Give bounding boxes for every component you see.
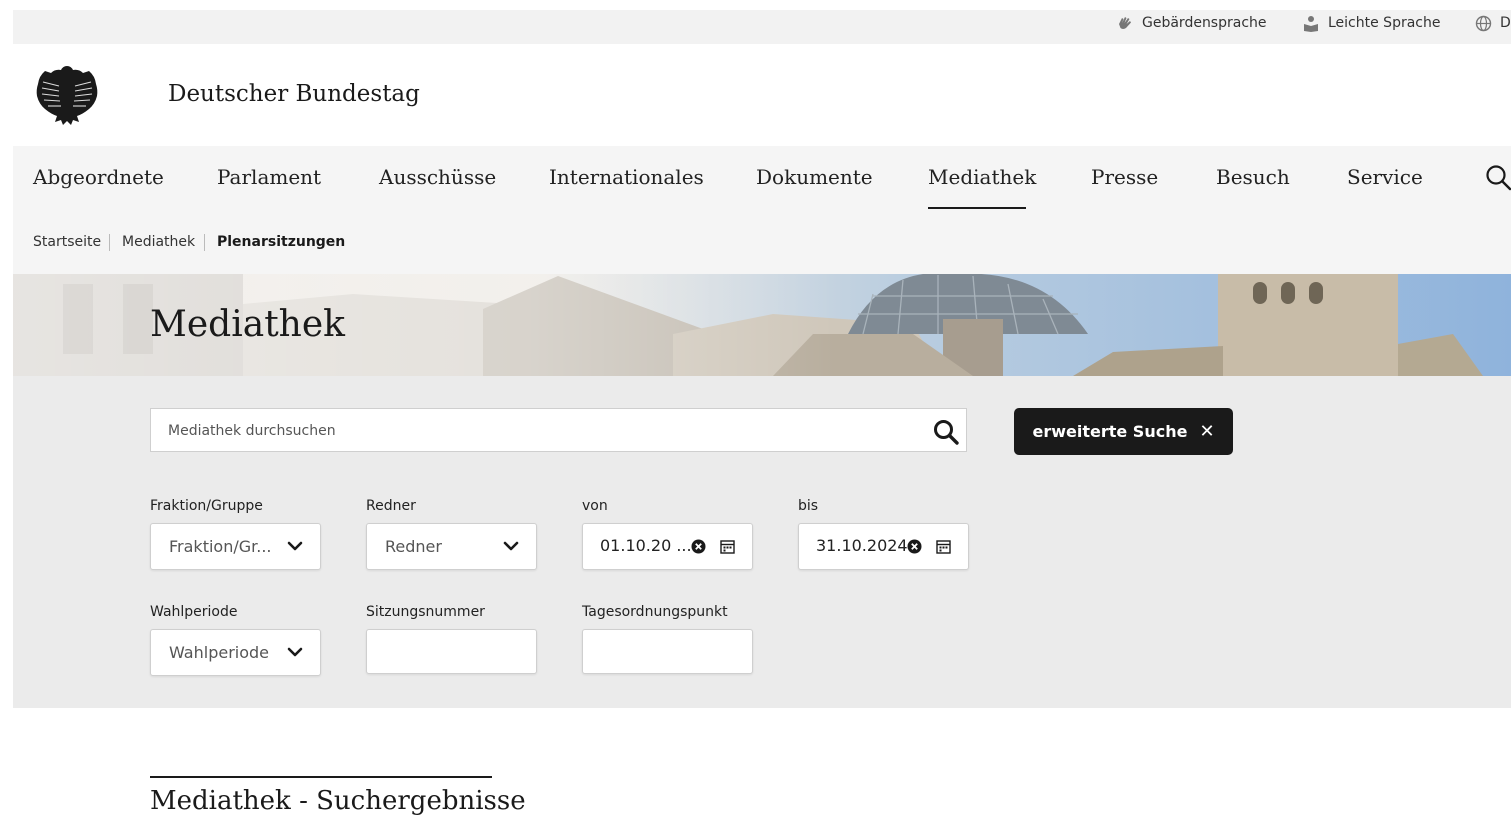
nav-item-parlament[interactable]: Parlament bbox=[217, 165, 321, 189]
sign-language-link[interactable]: Gebärdensprache bbox=[1116, 13, 1267, 33]
calendar-icon[interactable] bbox=[936, 539, 951, 554]
search-field[interactable] bbox=[150, 408, 967, 453]
search-icon bbox=[1486, 165, 1511, 191]
nav-item-dokumente[interactable]: Dokumente bbox=[756, 165, 873, 189]
fraktion-select[interactable]: Fraktion/Gr... bbox=[150, 523, 321, 570]
wahlperiode-select-value: Wahlperiode bbox=[169, 643, 269, 662]
bis-date-value: 31.10.2024 bbox=[816, 536, 908, 555]
sitzungsnummer-input[interactable] bbox=[366, 629, 537, 674]
fraktion-label: Fraktion/Gruppe bbox=[150, 498, 263, 514]
breadcrumb-separator bbox=[204, 234, 205, 251]
breadcrumb-separator bbox=[109, 234, 110, 251]
page-title: Mediathek bbox=[150, 304, 345, 345]
results-divider bbox=[150, 776, 492, 778]
globe-icon bbox=[1475, 15, 1492, 31]
search-submit-button[interactable] bbox=[932, 418, 960, 446]
eagle-icon bbox=[36, 66, 98, 125]
breadcrumb-item-startseite[interactable]: Startseite bbox=[33, 234, 101, 250]
language-switch[interactable]: D bbox=[1475, 13, 1511, 33]
search-icon bbox=[934, 420, 959, 445]
utility-bar bbox=[13, 10, 1511, 44]
nav-active-indicator bbox=[928, 207, 1026, 209]
redner-select-value: Redner bbox=[385, 537, 442, 556]
wahlperiode-label: Wahlperiode bbox=[150, 604, 238, 620]
nav-item-internationales[interactable]: Internationales bbox=[549, 165, 704, 189]
redner-select[interactable]: Redner bbox=[366, 523, 537, 570]
nav-item-besuch[interactable]: Besuch bbox=[1216, 165, 1290, 189]
reader-icon bbox=[1304, 15, 1318, 32]
chevron-down-icon bbox=[287, 541, 303, 551]
results-heading: Mediathek - Suchergebnisse bbox=[150, 786, 526, 816]
tagesordnungspunkt-input[interactable] bbox=[582, 629, 753, 674]
sitzungsnummer-label: Sitzungsnummer bbox=[366, 604, 485, 620]
breadcrumb-item-mediathek[interactable]: Mediathek bbox=[122, 234, 195, 250]
chevron-down-icon bbox=[503, 541, 519, 551]
bis-label: bis bbox=[798, 498, 819, 514]
nav-item-presse[interactable]: Presse bbox=[1091, 165, 1158, 189]
tagesordnungspunkt-label: Tagesordnungspunkt bbox=[582, 604, 728, 620]
federal-eagle-logo[interactable] bbox=[33, 64, 101, 126]
nav-item-mediathek[interactable]: Mediathek bbox=[928, 165, 1036, 189]
calendar-icon[interactable] bbox=[720, 539, 735, 554]
clear-icon[interactable] bbox=[907, 539, 922, 554]
search-input[interactable] bbox=[166, 409, 930, 453]
language-label: D bbox=[1500, 15, 1511, 31]
sign-language-label: Gebärdensprache bbox=[1142, 15, 1267, 31]
hand-icon bbox=[1119, 17, 1131, 29]
site-title[interactable]: Deutscher Bundestag bbox=[168, 81, 420, 107]
redner-label: Redner bbox=[366, 498, 416, 514]
nav-item-ausschuesse[interactable]: Ausschüsse bbox=[379, 165, 496, 189]
clear-icon[interactable] bbox=[691, 539, 706, 554]
wahlperiode-select[interactable]: Wahlperiode bbox=[150, 629, 321, 676]
breadcrumb-item-current: Plenarsitzungen bbox=[217, 234, 346, 250]
bis-date-field[interactable]: 31.10.2024 bbox=[798, 523, 969, 570]
advanced-search-label: erweiterte Suche bbox=[1032, 422, 1188, 441]
nav-item-service[interactable]: Service bbox=[1347, 165, 1423, 189]
fraktion-select-value: Fraktion/Gr... bbox=[169, 537, 272, 556]
von-label: von bbox=[582, 498, 608, 514]
von-date-value: 01.10.20 ... bbox=[600, 536, 692, 555]
close-icon: ✕ bbox=[1199, 421, 1215, 442]
advanced-search-toggle-button[interactable]: erweiterte Suche ✕ bbox=[1014, 408, 1233, 455]
von-date-field[interactable]: 01.10.20 ... bbox=[582, 523, 753, 570]
easy-language-link[interactable]: Leichte Sprache bbox=[1302, 13, 1440, 33]
easy-language-label: Leichte Sprache bbox=[1328, 15, 1441, 31]
nav-search-button[interactable] bbox=[1484, 164, 1511, 191]
nav-item-abgeordnete[interactable]: Abgeordnete bbox=[33, 165, 164, 189]
chevron-down-icon bbox=[287, 647, 303, 657]
